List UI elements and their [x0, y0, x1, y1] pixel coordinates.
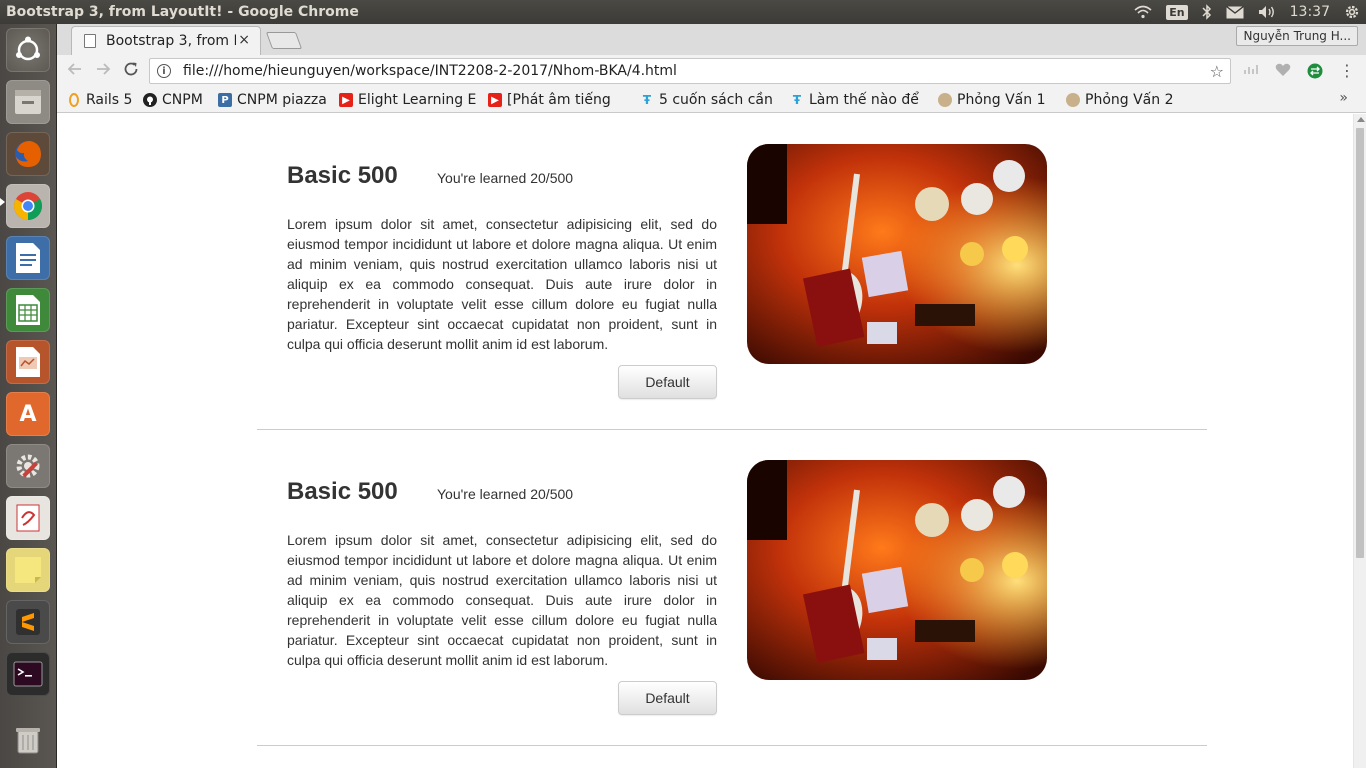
lesson-description: Lorem ipsum dolor sit amet, consectetur …: [287, 216, 717, 352]
bookmark-rails-5[interactable]: Rails 5: [67, 91, 139, 109]
bookmark-lam-the-nao[interactable]: Ŧ Làm thế nào để: [790, 91, 926, 109]
impress-icon[interactable]: [6, 340, 50, 384]
forward-arrow-icon[interactable]: [93, 61, 113, 81]
bookmark-label: 5 cuốn sách cần: [659, 92, 773, 108]
bookmark-cnpm[interactable]: CNPM: [143, 91, 209, 109]
mail-icon[interactable]: [1225, 5, 1244, 19]
files-icon[interactable]: [6, 80, 50, 124]
extension-stats-icon[interactable]: [1244, 63, 1260, 79]
youtube-icon: ▶: [339, 93, 353, 107]
lesson-progress-text: You're learned 20/500: [437, 170, 574, 186]
software-center-glyph: A: [19, 401, 37, 427]
tiki-icon: Ŧ: [642, 93, 652, 107]
bookmark-label: Phỏng Vấn 1: [957, 92, 1046, 108]
software-center-icon[interactable]: A: [6, 392, 50, 436]
youtube-icon: ▶: [488, 93, 502, 107]
chrome-running-pip: [0, 198, 5, 206]
bookmark-label: Elight Learning E: [358, 92, 477, 108]
rails-icon: [67, 93, 81, 107]
indicator-area: En 13:37: [1134, 0, 1360, 24]
terminal-icon[interactable]: [6, 652, 50, 696]
address-bar[interactable]: i file:///home/hieunguyen/workspace/INT2…: [149, 58, 1231, 84]
keyboard-language-indicator[interactable]: En: [1166, 4, 1188, 20]
volume-icon[interactable]: [1258, 5, 1276, 19]
bookmark-phong-van-1[interactable]: Phỏng Vấn 1: [938, 91, 1056, 109]
session-gear-icon[interactable]: [1344, 4, 1360, 20]
lesson-description: Lorem ipsum dolor sit amet, consectetur …: [287, 532, 717, 668]
reader-icon[interactable]: [6, 496, 50, 540]
default-button[interactable]: Default: [618, 681, 717, 715]
page-info-icon[interactable]: i: [157, 64, 171, 78]
reload-icon[interactable]: [121, 61, 141, 81]
sublime-icon[interactable]: [6, 600, 50, 644]
page-scrollbar[interactable]: [1353, 114, 1366, 768]
page-viewport: Basic 500 You're learned 20/500 Lorem ip…: [57, 114, 1353, 768]
notes-icon[interactable]: [6, 548, 50, 592]
more-bookmarks-chevron-icon[interactable]: »: [1339, 90, 1348, 106]
tiki-icon: Ŧ: [792, 93, 802, 107]
lesson-photo: [747, 144, 1047, 364]
window-title: Bootstrap 3, from LayoutIt! - Google Chr…: [6, 4, 359, 20]
extension-sync-icon[interactable]: [1307, 63, 1323, 79]
unity-launcher: A: [0, 24, 57, 768]
dash-icon[interactable]: [6, 28, 50, 72]
lesson-card: Basic 500 You're learned 20/500 Lorem ip…: [257, 114, 1207, 430]
firefox-icon[interactable]: [6, 132, 50, 176]
lesson-progress-text: You're learned 20/500: [437, 486, 574, 502]
bookmark-label: CNPM piazza: [237, 92, 327, 108]
avatar-icon: [938, 93, 952, 107]
trash-icon[interactable]: [6, 718, 50, 762]
lesson-title: Basic 500: [287, 162, 398, 189]
chrome-menu-icon[interactable]: ⋮: [1339, 63, 1355, 79]
bookmark-label: Làm thế nào để: [809, 92, 919, 108]
bookmark-label: [Phát âm tiếng: [507, 92, 611, 108]
github-icon: [143, 93, 157, 107]
bookmark-star-icon[interactable]: ☆: [1210, 62, 1224, 81]
top-panel: Bootstrap 3, from LayoutIt! - Google Chr…: [0, 0, 1366, 24]
lesson-title: Basic 500: [287, 478, 398, 505]
bookmark-phat-am[interactable]: ▶ [Phát âm tiếng: [488, 91, 624, 109]
page-favicon-icon: [84, 34, 96, 48]
bluetooth-icon[interactable]: [1202, 4, 1212, 20]
lesson-photo: [747, 460, 1047, 680]
bookmark-phong-van-2[interactable]: Phỏng Vấn 2: [1066, 91, 1186, 109]
piazza-icon: P: [218, 93, 232, 107]
scroll-up-arrow-icon[interactable]: [1357, 117, 1365, 122]
bookmark-label: CNPM: [162, 92, 203, 108]
bookmark-label: Rails 5: [86, 92, 133, 108]
wifi-icon[interactable]: [1134, 5, 1152, 19]
bookmark-elight[interactable]: ▶ Elight Learning E: [339, 91, 477, 109]
bookmark-cnpm-piazza[interactable]: P CNPM piazza: [218, 91, 330, 109]
default-button[interactable]: Default: [618, 365, 717, 399]
settings-icon[interactable]: [6, 444, 50, 488]
scrollbar-thumb[interactable]: [1356, 128, 1364, 558]
tab-strip: Bootstrap 3, from LayoutIt! × Nguyễn Tru…: [57, 24, 1366, 55]
calc-icon[interactable]: [6, 288, 50, 332]
tab-close-icon[interactable]: ×: [238, 32, 250, 48]
back-arrow-icon[interactable]: [65, 61, 85, 81]
tab-title: Bootstrap 3, from LayoutIt!: [106, 33, 236, 49]
lesson-card: Basic 500 You're learned 20/500 Lorem ip…: [257, 430, 1207, 746]
clock[interactable]: 13:37: [1290, 4, 1330, 20]
url-text: file:///home/hieunguyen/workspace/INT220…: [183, 63, 677, 79]
new-tab-button[interactable]: [265, 32, 303, 49]
profile-button[interactable]: Nguyễn Trung H...: [1236, 26, 1358, 46]
chrome-window: Bootstrap 3, from LayoutIt! × Nguyễn Tru…: [57, 24, 1366, 768]
browser-toolbar: i file:///home/hieunguyen/workspace/INT2…: [57, 55, 1366, 87]
avatar-icon: [1066, 93, 1080, 107]
chrome-icon[interactable]: [6, 184, 50, 228]
bookmarks-bar: Rails 5 CNPM P CNPM piazza ▶ Elight Lear…: [57, 87, 1366, 113]
bookmark-5-cuon-sach[interactable]: Ŧ 5 cuốn sách cần: [640, 91, 775, 109]
extension-heart-icon[interactable]: [1275, 63, 1291, 79]
bookmark-label: Phỏng Vấn 2: [1085, 92, 1174, 108]
tab-active[interactable]: Bootstrap 3, from LayoutIt! ×: [71, 26, 261, 55]
writer-icon[interactable]: [6, 236, 50, 280]
